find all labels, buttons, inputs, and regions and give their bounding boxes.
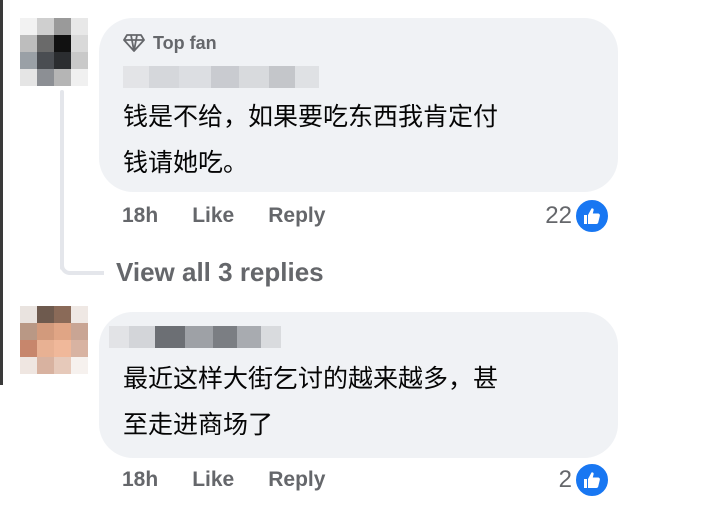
reaction-count: 22 <box>545 202 572 229</box>
reply-button[interactable]: Reply <box>268 468 325 492</box>
comment-text-line: 钱是不给，如果要吃东西我肯定付 <box>123 102 499 131</box>
comment-actions: 18h Like Reply <box>122 468 359 492</box>
comment-text-line: 钱请她吃。 <box>123 148 249 177</box>
thumbs-up-icon <box>574 462 610 498</box>
diamond-icon <box>123 34 145 52</box>
top-fan-badge: Top fan <box>123 31 217 55</box>
comment-bubble: Top fan 钱是不给，如果要吃东西我肯定付 钱请她吃。 <box>99 18 618 192</box>
like-button[interactable]: Like <box>192 468 234 492</box>
avatar[interactable] <box>20 18 88 86</box>
badge-label: Top fan <box>153 32 217 53</box>
comment-bubble: 最近这样大街乞讨的越来越多，甚 至走进商场了 <box>99 312 618 458</box>
avatar[interactable] <box>20 306 88 374</box>
comment-timestamp[interactable]: 18h <box>122 204 158 228</box>
reply-button[interactable]: Reply <box>268 204 325 228</box>
comment-actions: 18h Like Reply <box>122 204 359 228</box>
reaction-count: 2 <box>558 466 572 493</box>
reaction-summary[interactable]: 22 <box>545 198 610 234</box>
commenter-name-blurred[interactable] <box>109 326 281 348</box>
thumbs-up-icon <box>574 198 610 234</box>
comment-text: 钱是不给，如果要吃东西我肯定付 钱请她吃。 <box>123 94 590 186</box>
comment-timestamp[interactable]: 18h <box>122 468 158 492</box>
comment-text: 最近这样大街乞讨的越来越多，甚 至走进商场了 <box>123 356 590 448</box>
left-edge-border <box>0 0 3 385</box>
reaction-summary[interactable]: 2 <box>559 462 610 498</box>
like-button[interactable]: Like <box>192 204 234 228</box>
reply-thread-line <box>60 90 64 270</box>
comment-text-line: 最近这样大街乞讨的越来越多，甚 <box>123 364 499 393</box>
view-all-replies-link[interactable]: View all 3 replies <box>116 257 324 288</box>
comment-text-line: 至走进商场了 <box>123 410 274 439</box>
commenter-name-blurred[interactable] <box>123 66 319 88</box>
reply-thread-connector <box>60 265 104 275</box>
